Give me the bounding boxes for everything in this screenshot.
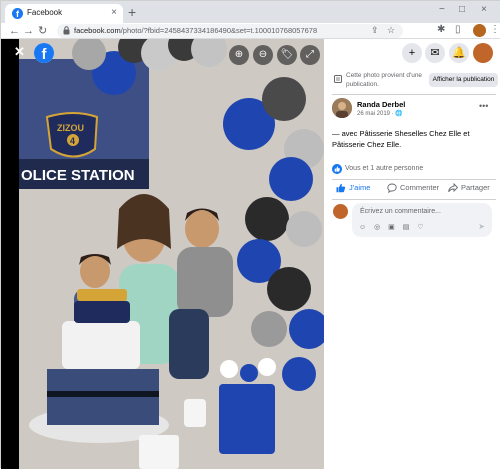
zoom-in-icon[interactable]: ⊕ <box>229 45 249 65</box>
bookmark-star-icon[interactable]: ☆ <box>387 25 395 36</box>
share-label: Partager <box>461 183 490 192</box>
browser-profile-avatar[interactable] <box>473 24 486 37</box>
share-button[interactable]: Partager <box>448 183 490 197</box>
fullscreen-icon[interactable]: ⤢ <box>300 45 320 65</box>
notifications-bell-icon[interactable]: 🔔 <box>449 43 469 63</box>
svg-text:ZIZOU: ZIZOU <box>57 123 84 133</box>
post-source-icon <box>334 75 342 83</box>
post-date[interactable]: 26 mai 2019 · 🌐 <box>357 110 403 117</box>
divider <box>332 179 496 180</box>
extensions-puzzle-icon[interactable]: ✱ <box>437 24 445 35</box>
post-details-panel: + ✉ 🔔 Cette photo provient d'une publica… <box>324 39 500 469</box>
svg-text:OLICE STATION: OLICE STATION <box>21 167 135 184</box>
comment-placeholder: Écrivez un commentaire... <box>360 208 441 215</box>
photo-viewer: OLICE STATION ZIZOU 4 ✕ f ⊕ ⊖ 🏷 ⤢ <box>1 39 324 469</box>
account-avatar[interactable] <box>473 43 493 63</box>
divider <box>332 199 496 200</box>
maximize-button[interactable]: □ <box>459 4 465 15</box>
browser-window: f Facebook × + − □ × ← → ↻ facebook.com/… <box>0 0 500 469</box>
view-post-button[interactable]: Afficher la publication <box>429 73 498 87</box>
url-text: facebook.com/photo/?fbid=245843733418649… <box>74 26 318 35</box>
tab-facebook[interactable]: f Facebook × <box>5 4 123 23</box>
thumbs-up-icon <box>336 183 346 193</box>
messenger-icon[interactable]: ✉ <box>425 43 445 63</box>
facebook-favicon-icon: f <box>12 8 23 19</box>
send-comment-icon[interactable]: ➤ <box>478 222 485 231</box>
poster-avatar[interactable] <box>332 98 352 118</box>
like-reaction-icon <box>332 164 342 174</box>
minimize-button[interactable]: − <box>439 4 445 15</box>
comment-label: Commenter <box>400 183 440 192</box>
like-button[interactable]: J'aime <box>336 183 370 197</box>
comment-input[interactable]: Écrivez un commentaire... ☺ ◎ ▣ ▤ ♡ ➤ <box>352 203 492 237</box>
forward-arrow-icon[interactable]: → <box>23 24 34 38</box>
close-window-button[interactable]: × <box>481 4 487 15</box>
comment-bubble-icon <box>387 183 397 194</box>
create-plus-icon[interactable]: + <box>402 43 422 63</box>
more-options-icon[interactable]: ••• <box>479 101 488 111</box>
sidepanel-icon[interactable]: ▯ <box>455 24 461 35</box>
commenter-avatar <box>333 204 348 219</box>
comment-button[interactable]: Commenter <box>387 183 439 197</box>
new-tab-button[interactable]: + <box>128 4 136 20</box>
notice-text: Cette photo provient d'une publication. <box>346 72 423 88</box>
reactions-text: Vous et 1 autre personne <box>345 165 424 172</box>
svg-text:4: 4 <box>70 136 75 146</box>
close-viewer-icon[interactable]: ✕ <box>14 44 25 60</box>
back-arrow-icon[interactable]: ← <box>9 24 20 38</box>
browser-toolbar: ← → ↻ facebook.com/photo/?fbid=245843733… <box>1 23 500 39</box>
share-arrow-icon <box>448 183 458 193</box>
tab-strip: f Facebook × + − □ × <box>1 1 500 23</box>
tab-close-button[interactable]: × <box>111 7 117 18</box>
like-label: J'aime <box>349 183 371 192</box>
reload-icon[interactable]: ↻ <box>38 24 47 38</box>
facebook-logo-icon[interactable]: f <box>34 43 54 63</box>
divider <box>332 94 496 95</box>
share-page-icon[interactable]: ⇪ <box>371 25 379 36</box>
poster-photo-icon <box>332 98 352 118</box>
photo-source-notice: Cette photo provient d'une publication. … <box>332 71 498 91</box>
browser-menu-icon[interactable]: ⋮ <box>490 24 500 35</box>
poster-name[interactable]: Randa Derbel <box>357 100 405 109</box>
zoom-out-icon[interactable]: ⊖ <box>253 45 273 65</box>
lock-icon <box>63 26 70 35</box>
party-photo: OLICE STATION ZIZOU 4 <box>19 39 324 469</box>
tag-icon[interactable]: 🏷 <box>277 45 297 65</box>
post-caption: — avec Pâtisserie Sheselles Chez Elle et… <box>332 129 470 149</box>
tab-title: Facebook <box>27 8 63 17</box>
party-photo-image: OLICE STATION ZIZOU 4 <box>19 39 324 469</box>
comment-tools-icons[interactable]: ☺ ◎ ▣ ▤ ♡ <box>359 223 427 231</box>
address-bar[interactable]: facebook.com/photo/?fbid=245843733418649… <box>57 24 403 38</box>
